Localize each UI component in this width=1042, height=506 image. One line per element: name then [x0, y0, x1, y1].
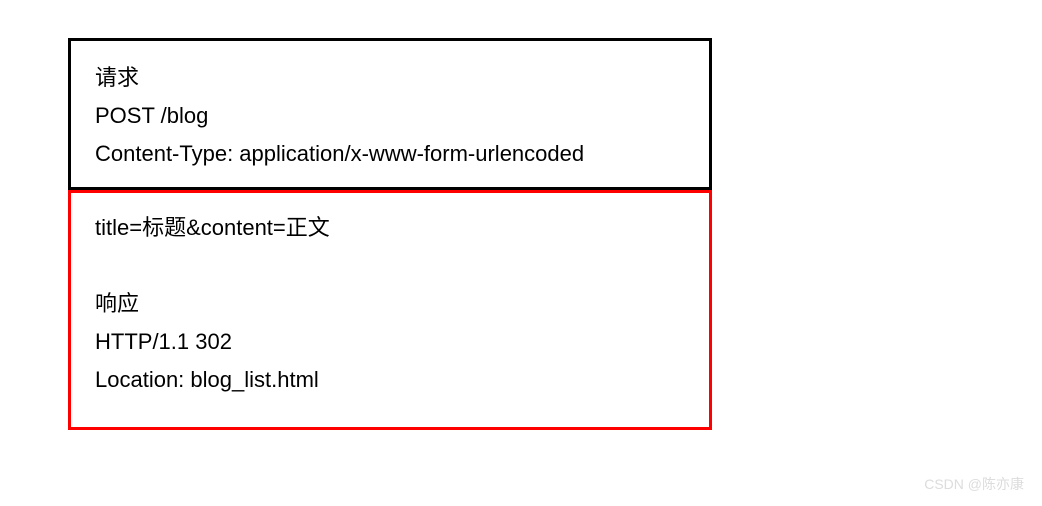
request-content-type: Content-Type: application/x-www-form-url… — [95, 135, 685, 173]
document-container: 请求 POST /blog Content-Type: application/… — [0, 0, 1042, 430]
response-box: title=标题&content=正文 响应 HTTP/1.1 302 Loca… — [68, 190, 712, 430]
response-label: 响应 — [95, 285, 685, 323]
request-body: title=标题&content=正文 — [95, 209, 685, 247]
response-status: HTTP/1.1 302 — [95, 323, 685, 361]
spacer — [95, 247, 685, 285]
request-box: 请求 POST /blog Content-Type: application/… — [68, 38, 712, 190]
watermark: CSDN @陈亦康 — [924, 474, 1024, 494]
request-label: 请求 — [95, 59, 685, 97]
request-method-path: POST /blog — [95, 97, 685, 135]
response-location: Location: blog_list.html — [95, 361, 685, 399]
